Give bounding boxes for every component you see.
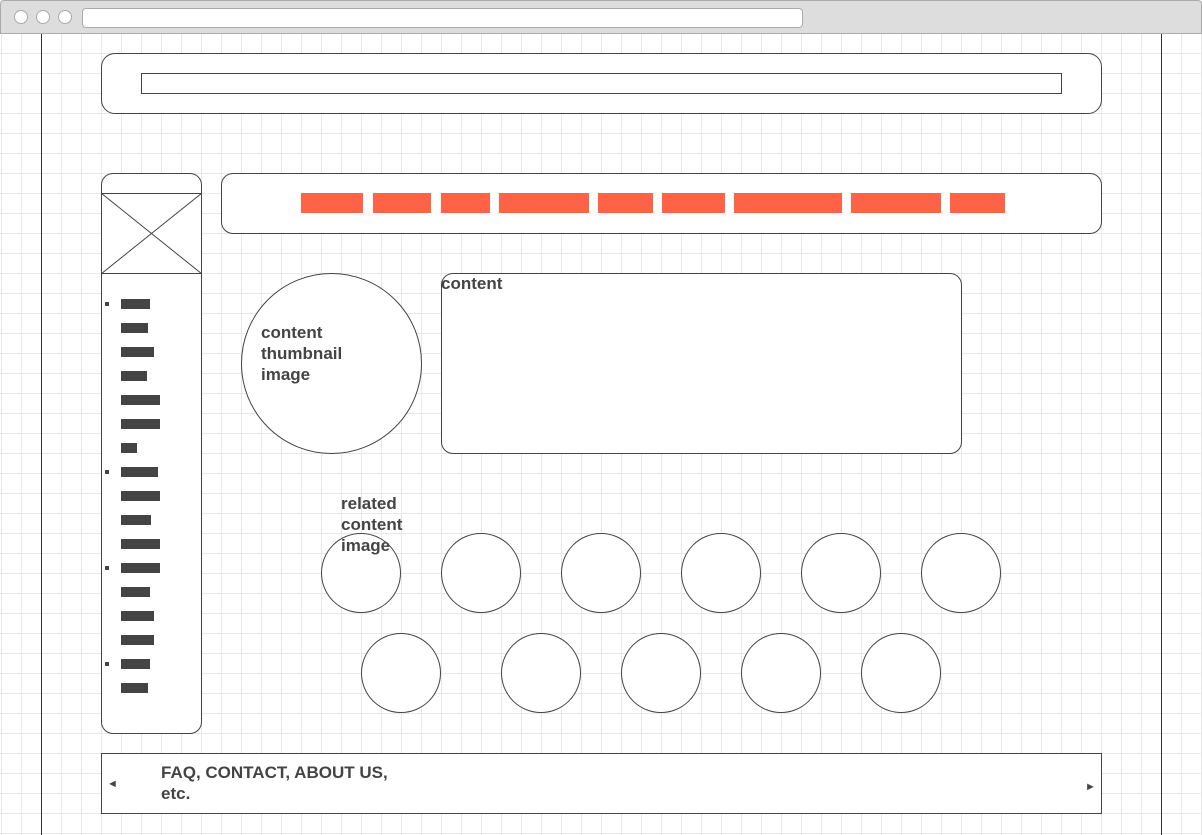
nav-item[interactable]	[441, 193, 490, 213]
sidebar-item[interactable]	[121, 539, 160, 549]
footer-left-arrow-icon[interactable]: ◄	[107, 778, 118, 790]
related-content-image[interactable]	[921, 533, 1001, 613]
nav-item[interactable]	[499, 193, 589, 213]
nav-item[interactable]	[734, 193, 842, 213]
sidebar-item[interactable]	[121, 635, 154, 645]
footer-right-arrow-icon[interactable]: ►	[1085, 781, 1096, 793]
related-content-image[interactable]	[361, 633, 441, 713]
bullet-icon	[105, 566, 109, 570]
sidebar-item[interactable]	[121, 515, 151, 525]
sidebar-item[interactable]	[121, 443, 137, 453]
related-content-image[interactable]	[861, 633, 941, 713]
nav-item[interactable]	[373, 193, 431, 213]
sidebar-item[interactable]	[121, 419, 160, 429]
nav-item[interactable]	[662, 193, 725, 213]
sidebar-item[interactable]	[121, 563, 160, 573]
sidebar-item[interactable]	[121, 683, 148, 693]
sidebar-item[interactable]	[121, 323, 148, 333]
related-content-image[interactable]	[561, 533, 641, 613]
sidebar-item[interactable]	[121, 611, 154, 621]
sidebar-item[interactable]	[121, 587, 150, 597]
window-close-button[interactable]	[14, 10, 28, 24]
footer-links-text: FAQ, CONTACT, ABOUT US, etc.	[161, 763, 388, 803]
content-box	[441, 273, 962, 454]
sidebar-item[interactable]	[121, 371, 147, 381]
related-content-image[interactable]	[741, 633, 821, 713]
window-minimize-button[interactable]	[36, 10, 50, 24]
window-maximize-button[interactable]	[58, 10, 72, 24]
search-input[interactable]	[141, 73, 1062, 94]
sidebar-item[interactable]	[121, 299, 150, 309]
related-content-image[interactable]	[501, 633, 581, 713]
bullet-icon	[105, 302, 109, 306]
page-left-border	[41, 34, 42, 835]
bullet-icon	[105, 662, 109, 666]
related-content-image[interactable]	[681, 533, 761, 613]
related-content-image[interactable]	[441, 533, 521, 613]
related-content-image[interactable]	[801, 533, 881, 613]
related-content-image[interactable]	[621, 633, 701, 713]
sidebar-item[interactable]	[121, 347, 154, 357]
related-label: related content image	[341, 494, 403, 555]
nav-item[interactable]	[950, 193, 1005, 213]
nav-item[interactable]	[301, 193, 363, 213]
thumbnail-label: content thumbnail image	[261, 323, 343, 384]
bullet-icon	[105, 470, 109, 474]
content-title: content	[441, 274, 503, 293]
sidebar-item[interactable]	[121, 467, 158, 477]
page-right-border	[1161, 34, 1162, 835]
logo-image-placeholder	[101, 193, 202, 274]
nav-item[interactable]	[598, 193, 653, 213]
sidebar-item[interactable]	[121, 395, 160, 405]
sidebar-item[interactable]	[121, 491, 160, 501]
nav-item[interactable]	[851, 193, 941, 213]
sidebar-item[interactable]	[121, 659, 150, 669]
address-bar[interactable]	[82, 8, 803, 28]
